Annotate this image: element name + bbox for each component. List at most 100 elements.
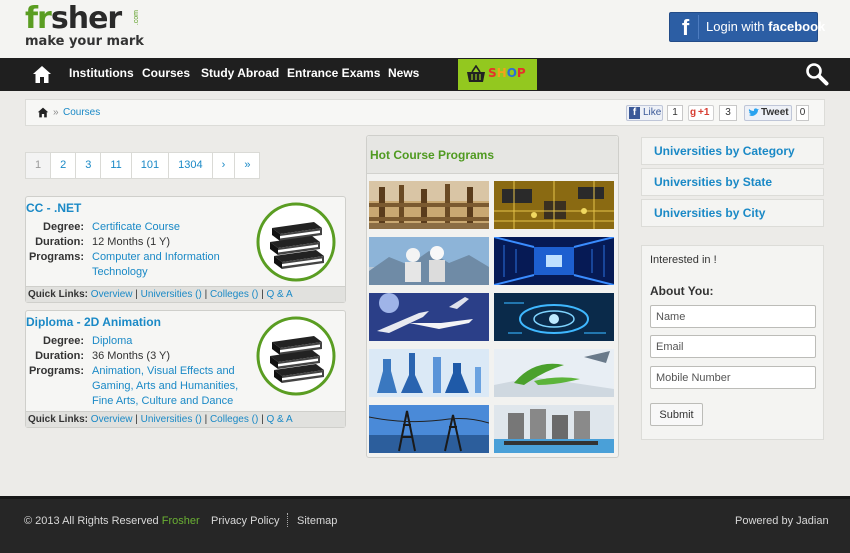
engineers-image[interactable] (369, 237, 489, 285)
copyright: © 2013 All Rights Reserved Frosher (24, 515, 200, 527)
circuit-board-image[interactable] (494, 181, 614, 229)
programs-label: Programs: (28, 365, 84, 377)
tweet-label: Tweet (761, 107, 789, 118)
breadcrumb-courses-link[interactable]: Courses (63, 107, 100, 118)
logo-text-green: fr (25, 1, 52, 36)
footer-divider (287, 513, 288, 527)
facebook-small-icon: f (629, 107, 640, 119)
fb-login-brand: facebook (768, 19, 826, 34)
quick-link-qa[interactable]: Q & A (266, 289, 292, 300)
universities-by-category-link[interactable]: Universities by Category (641, 137, 824, 165)
facebook-like-button[interactable]: f Like (626, 105, 663, 121)
page-1: 1 (26, 153, 52, 178)
degree-value-link[interactable]: Certificate Course (92, 220, 252, 235)
separator: | (261, 414, 264, 425)
course-card: Diploma - 2D Animation Degree: Diploma D… (25, 310, 346, 428)
email-input[interactable] (650, 335, 816, 358)
shop-button[interactable]: SHOP (458, 59, 537, 90)
page-next[interactable]: › (213, 153, 236, 178)
course-duration-row: Duration: 36 Months (3 Y) (26, 349, 251, 364)
page-1304[interactable]: 1304 (169, 153, 213, 178)
google-plus-button[interactable]: g +1 (688, 105, 714, 121)
degree-label: Degree: (43, 335, 84, 347)
plant-biotech-image[interactable] (494, 349, 614, 397)
breadcrumb-home-icon[interactable] (37, 107, 49, 118)
name-input[interactable] (650, 305, 816, 328)
degree-label: Degree: (43, 221, 84, 233)
submit-button[interactable]: Submit (650, 403, 703, 426)
tech-globe-image[interactable] (494, 293, 614, 341)
like-label: Like (643, 107, 662, 118)
mobile-number-input[interactable] (650, 366, 816, 389)
quick-link-overview[interactable]: Overview (91, 289, 133, 300)
sitemap-link[interactable]: Sitemap (297, 515, 337, 527)
course-card: CC - .NET Degree: Certificate Course Dur… (25, 196, 346, 303)
page-2[interactable]: 2 (51, 153, 77, 178)
quick-link-colleges[interactable]: Colleges () (210, 414, 258, 425)
footer-brand-link[interactable]: Frosher (162, 515, 200, 527)
power-lines-image[interactable] (369, 405, 489, 453)
universities-by-city-link[interactable]: Universities by City (641, 199, 824, 227)
quick-links-label: Quick Links: (28, 414, 89, 425)
course-title-link[interactable]: Diploma - 2D Animation (26, 315, 161, 329)
page-11[interactable]: 11 (101, 153, 132, 178)
course-degree-row: Degree: Diploma (26, 334, 251, 349)
search-icon[interactable] (805, 62, 829, 86)
course-title-link[interactable]: CC - .NET (26, 201, 81, 215)
construction-site-image[interactable] (369, 181, 489, 229)
books-icon (256, 316, 336, 396)
shop-letter: S (488, 66, 497, 80)
duration-label: Duration: (35, 236, 84, 248)
nav-entrance-exams[interactable]: Entrance Exams (287, 58, 380, 91)
engine-pistons-image[interactable] (494, 405, 614, 453)
quick-link-overview[interactable]: Overview (91, 414, 133, 425)
home-icon[interactable] (32, 65, 52, 84)
facebook-login-button[interactable]: f Login with facebook (669, 12, 825, 42)
fb-login-prefix: Login with (706, 19, 765, 34)
logo-tagline: make your mark (25, 34, 144, 49)
copyright-text: © 2013 All Rights Reserved (24, 515, 159, 527)
frosher-logo[interactable]: frsher .com make your mark (25, 4, 144, 49)
laboratory-flasks-image[interactable] (369, 349, 489, 397)
page-3[interactable]: 3 (76, 153, 102, 178)
separator: | (135, 414, 138, 425)
logo-wordmark: frsher (25, 4, 144, 34)
shop-letter: P (516, 66, 526, 80)
like-count: 1 (667, 105, 683, 121)
course-degree-row: Degree: Certificate Course (26, 220, 251, 235)
nav-study-abroad[interactable]: Study Abroad (201, 58, 279, 91)
page-101[interactable]: 101 (132, 153, 170, 178)
programs-value-link[interactable]: Computer and Information Technology (92, 250, 252, 280)
quick-link-universities[interactable]: Universities () (141, 414, 202, 425)
tweet-button[interactable]: Tweet (744, 105, 792, 121)
universities-by-state-link[interactable]: Universities by State (641, 168, 824, 196)
digital-tunnel-image[interactable] (494, 237, 614, 285)
course-programs-row: Programs: Animation, Visual Effects and … (26, 364, 251, 409)
course-duration-row: Duration: 12 Months (1 Y) (26, 235, 251, 250)
quick-link-qa[interactable]: Q & A (266, 414, 292, 425)
google-g-icon: g (690, 107, 697, 118)
page-last[interactable]: » (235, 153, 259, 178)
facebook-icon: f (673, 15, 699, 40)
separator: | (135, 289, 138, 300)
quick-links-label: Quick Links: (28, 289, 89, 300)
nav-institutions[interactable]: Institutions (69, 58, 134, 91)
quick-links: Quick Links: Overview | Universities () … (26, 411, 345, 427)
duration-label: Duration: (35, 350, 84, 362)
programs-value-link[interactable]: Animation, Visual Effects and Gaming, Ar… (92, 364, 252, 409)
degree-value-link[interactable]: Diploma (92, 334, 252, 349)
interested-label: Interested in ! (650, 254, 717, 266)
quick-link-colleges[interactable]: Colleges () (210, 289, 258, 300)
quick-link-universities[interactable]: Universities () (141, 289, 202, 300)
pagination: 1 2 3 11 101 1304 › » (25, 152, 261, 179)
breadcrumb: » Courses f Like 1 g +1 3 Tweet 0 (25, 99, 825, 126)
shop-letter: H (496, 66, 507, 80)
nav-news[interactable]: News (388, 58, 419, 91)
aircraft-image[interactable] (369, 293, 489, 341)
logo-dotcom: .com (133, 10, 140, 26)
separator: | (261, 289, 264, 300)
enquiry-form: Interested in ! About You: Submit (641, 245, 824, 440)
nav-courses[interactable]: Courses (142, 58, 190, 91)
hot-header: Hot Course Programs (367, 136, 618, 174)
privacy-policy-link[interactable]: Privacy Policy (211, 515, 279, 527)
